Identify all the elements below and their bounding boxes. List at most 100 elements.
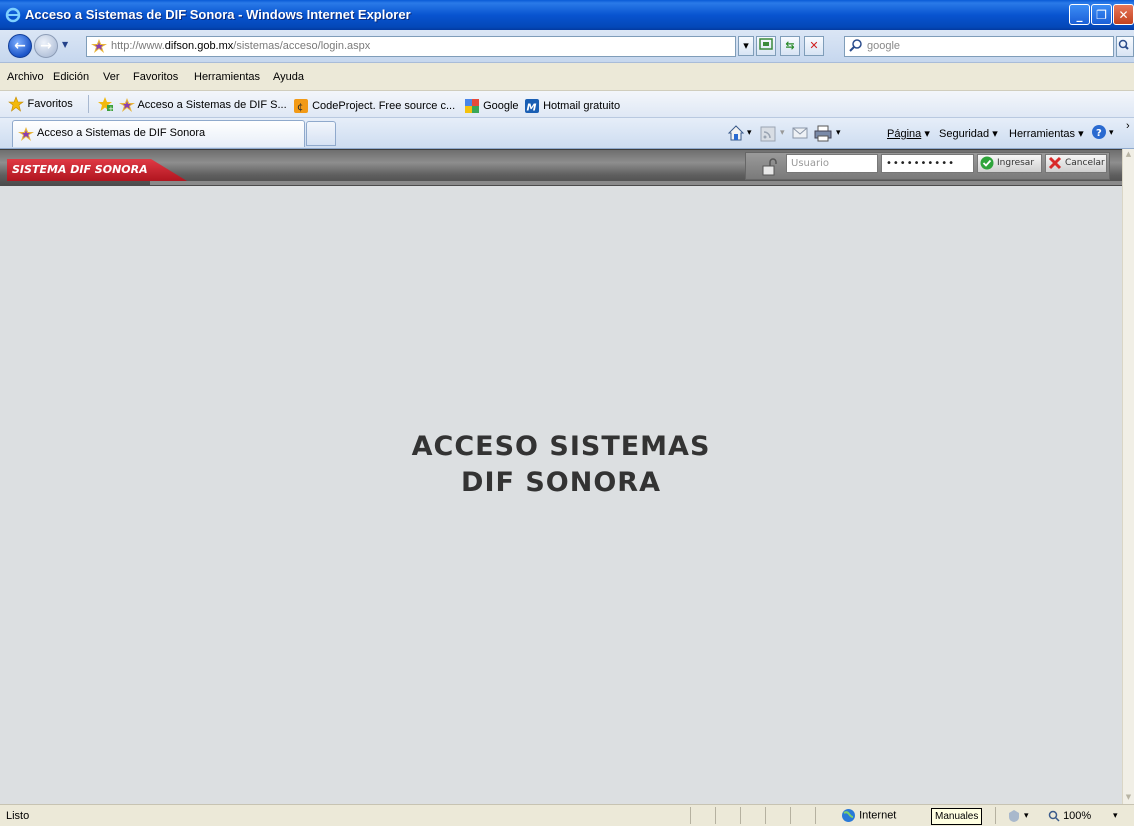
search-button[interactable]: [1116, 36, 1134, 57]
favorite-link-google[interactable]: Google: [464, 98, 519, 114]
username-input[interactable]: Usuario: [786, 154, 878, 173]
favorite-link-hotmail-label: Hotmail gratuito: [543, 99, 621, 112]
new-tab-button[interactable]: [306, 121, 336, 146]
internet-explorer-icon: [5, 7, 21, 23]
minimize-button[interactable]: _: [1069, 4, 1090, 25]
url-prefix: http://www.: [111, 40, 165, 52]
tab-active[interactable]: Acceso a Sistemas de DIF Sonora: [12, 120, 305, 147]
chevron-more-icon[interactable]: ›: [1126, 120, 1130, 132]
svg-text:?: ?: [1096, 128, 1102, 139]
zoom-icon: [1048, 810, 1060, 822]
zoom-dropdown-icon[interactable]: ▾: [1113, 810, 1118, 821]
tools-menu[interactable]: Herramientas ▾: [1009, 127, 1084, 140]
login-button[interactable]: Ingresar: [977, 154, 1042, 173]
forward-button[interactable]: →: [34, 34, 58, 58]
scroll-down-icon[interactable]: ▼: [1124, 793, 1133, 803]
compatibility-icon: [759, 38, 773, 50]
address-dropdown-button[interactable]: ▾: [738, 36, 754, 56]
refresh-button[interactable]: ⇆: [780, 36, 800, 56]
zoom-control[interactable]: 100%: [1048, 810, 1091, 822]
home-dropdown-icon[interactable]: ▾: [747, 127, 752, 138]
header-shadow: [150, 181, 1122, 185]
brand-label: SISTEMA DIF SONORA: [12, 163, 148, 176]
back-button[interactable]: ←: [8, 34, 32, 58]
close-button[interactable]: ✕: [1113, 4, 1134, 25]
favorites-separator: [88, 95, 89, 113]
menu-bar: Archivo Edición Ver Favoritos Herramient…: [0, 63, 1134, 91]
checkmark-icon: [980, 156, 994, 170]
menu-archivo[interactable]: Archivo: [7, 71, 44, 83]
forward-arrow-icon: →: [40, 38, 52, 54]
status-separator: [715, 807, 716, 824]
mail-icon[interactable]: [792, 126, 808, 140]
page-menu-label: Página: [887, 128, 922, 140]
manuales-tooltip: Manuales: [931, 808, 983, 825]
url-path: /sistemas/acceso/login.aspx: [233, 40, 371, 52]
search-go-icon: [1118, 39, 1129, 50]
password-input[interactable]: ••••••••••: [881, 154, 974, 173]
address-field[interactable]: http://www.difson.gob.mx/sistemas/acceso…: [86, 36, 736, 57]
page-menu[interactable]: Página ▾: [887, 127, 930, 140]
site-favicon-icon: [91, 39, 107, 53]
cancel-button[interactable]: Cancelar: [1045, 154, 1107, 173]
refresh-icon: ⇆: [785, 39, 795, 52]
menu-ayuda[interactable]: Ayuda: [273, 71, 304, 83]
vertical-scrollbar[interactable]: ▲ ▼: [1122, 149, 1134, 804]
back-arrow-icon: ←: [14, 38, 26, 54]
cancel-x-icon: [1048, 156, 1062, 170]
add-to-favorites-icon[interactable]: +: [97, 96, 113, 112]
hotmail-icon: M: [525, 99, 539, 114]
scroll-up-icon[interactable]: ▲: [1124, 150, 1133, 160]
svg-text:¢: ¢: [297, 102, 303, 113]
security-menu[interactable]: Seguridad ▾: [939, 127, 998, 140]
print-dropdown-icon[interactable]: ▾: [836, 127, 841, 138]
print-icon[interactable]: [814, 124, 832, 142]
protected-mode-dropdown-icon[interactable]: ▾: [1024, 810, 1029, 821]
status-separator: [690, 807, 691, 824]
tab-bar: Acceso a Sistemas de DIF Sonora ▾ ▾ ▾ Pá…: [0, 118, 1134, 149]
google-icon: [465, 99, 479, 113]
favorite-link-codeproject[interactable]: ¢ CodeProject. Free source c...: [293, 98, 455, 114]
menu-favoritos[interactable]: Favoritos: [133, 71, 178, 83]
favorite-link-dif[interactable]: Acceso a Sistemas de DIF S...: [119, 98, 287, 112]
menu-edicion[interactable]: Edición: [53, 71, 89, 83]
status-separator: [740, 807, 741, 824]
heading-line-2: DIF SONORA: [461, 467, 661, 498]
star-icon: [8, 96, 24, 112]
menu-ver[interactable]: Ver: [103, 71, 120, 83]
favorite-link-codeproject-label: CodeProject. Free source c...: [312, 99, 456, 112]
status-separator: [765, 807, 766, 824]
menu-herramientas[interactable]: Herramientas: [194, 71, 260, 83]
security-menu-label: Seguridad: [939, 128, 990, 140]
compatibility-view-button[interactable]: [756, 36, 776, 56]
favorites-bar: Favoritos + Acceso a Sistemas de DIF S..…: [0, 91, 1134, 118]
feeds-dropdown-icon[interactable]: ▾: [780, 127, 785, 138]
codeproject-icon: ¢: [294, 99, 308, 113]
feeds-icon[interactable]: [760, 126, 776, 142]
protected-mode-icon[interactable]: [1007, 809, 1021, 823]
status-bar: Listo Internet Manuales ▾ 100% ▾: [0, 804, 1134, 826]
zoom-level: 100%: [1063, 810, 1092, 822]
page-viewport: SISTEMA DIF SONORA Usuario •••••••••• In…: [0, 149, 1122, 804]
heading-line-1: ACCESO SISTEMAS: [411, 431, 711, 462]
status-separator: [790, 807, 791, 824]
cancel-button-label: Cancelar: [1065, 158, 1105, 168]
favorites-button[interactable]: Favoritos: [8, 96, 73, 112]
search-input[interactable]: google: [844, 36, 1114, 57]
help-dropdown-icon[interactable]: ▾: [1109, 127, 1114, 138]
title-bar[interactable]: Acceso a Sistemas de DIF Sonora - Window…: [0, 0, 1134, 30]
help-icon[interactable]: ?: [1091, 124, 1107, 140]
favorite-link-hotmail[interactable]: M Hotmail gratuito: [524, 98, 620, 114]
internet-zone[interactable]: Internet: [841, 808, 896, 823]
internet-zone-label: Internet: [859, 809, 897, 822]
url-host: difson.gob.mx: [164, 40, 234, 52]
status-separator: [995, 807, 996, 824]
restore-button[interactable]: ❐: [1091, 4, 1112, 25]
login-button-label: Ingresar: [997, 158, 1035, 168]
stop-button[interactable]: ✕: [804, 36, 824, 56]
address-row: ← → ▼ http://www.difson.gob.mx/sistemas/…: [0, 30, 1134, 63]
svg-text:+: +: [108, 105, 113, 112]
page-heading: ACCESO SISTEMAS DIF SONORA: [0, 429, 1122, 501]
home-icon[interactable]: [727, 124, 745, 142]
recent-pages-dropdown-icon[interactable]: ▼: [62, 40, 68, 49]
